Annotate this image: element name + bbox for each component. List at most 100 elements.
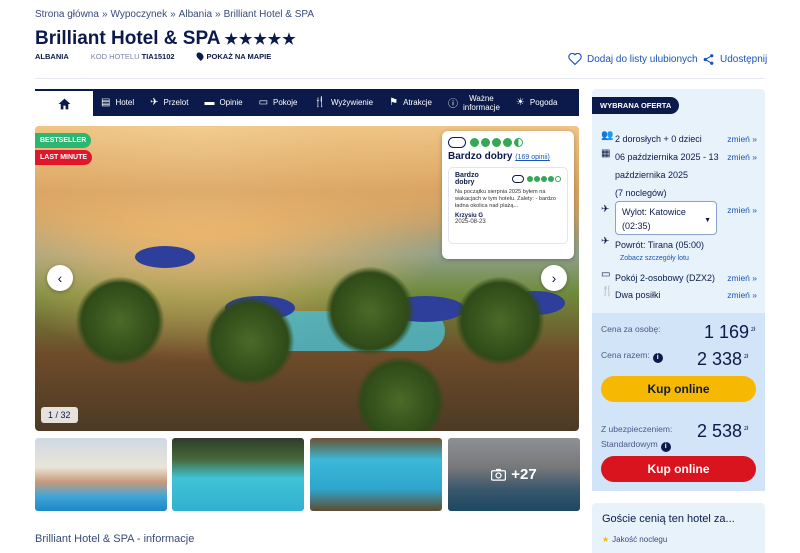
price-per-person-value: 1 169 bbox=[704, 322, 750, 342]
offer-room: ▭ Pokój 2-osobowy (DZX2) zmień » bbox=[601, 269, 757, 287]
gallery-next-button[interactable]: › bbox=[541, 265, 567, 291]
photo-palm bbox=[205, 296, 295, 386]
page-title: Brilliant Hotel & SPA ★★★★★ bbox=[35, 28, 297, 50]
buy-online-button[interactable]: Kup online bbox=[601, 376, 756, 402]
hotel-meta: ALBANIA KOD HOTELU TIA15102 POKAŻ NA MAP… bbox=[35, 51, 272, 61]
info-icon: ⓘ bbox=[447, 99, 458, 110]
chevron-right-icon: › bbox=[551, 270, 557, 286]
offer-dates-line1: 06 października 2025 - 13 bbox=[615, 152, 719, 162]
hotel-code-label: KOD HOTELU bbox=[90, 52, 140, 61]
rating-dot bbox=[514, 138, 523, 147]
gallery-thumbnail-more[interactable]: +27 bbox=[448, 438, 580, 511]
change-departure-link[interactable]: zmień » bbox=[727, 201, 757, 219]
offer-people-text: 2 dorosłych + 0 dzieci bbox=[615, 134, 702, 144]
add-to-favorites-label: Dodaj do listy ulubionych bbox=[587, 53, 698, 65]
tab-board[interactable]: 🍴 Wyżywienie bbox=[305, 89, 381, 116]
photo-counter: 1 / 32 bbox=[41, 407, 78, 423]
total-price-label-row: Cena razem: i bbox=[601, 350, 663, 363]
review-item-title-line1: Bardzo bbox=[455, 172, 479, 179]
departure-select[interactable]: Wylot: Katowice (02:35) ▼ bbox=[615, 201, 717, 235]
hotel-code-value: TIA15102 bbox=[141, 52, 175, 61]
tab-weather[interactable]: ☀ Pogoda bbox=[508, 89, 566, 116]
change-people-link[interactable]: zmień » bbox=[727, 130, 757, 148]
tripadvisor-rating bbox=[448, 137, 568, 148]
insurance-label: Z ubezpieczeniem: Standardowym i bbox=[601, 422, 672, 452]
offer-nights: (7 noclegów) bbox=[615, 188, 667, 198]
tab-home[interactable] bbox=[35, 89, 93, 116]
heart-icon bbox=[568, 53, 582, 65]
info-icon[interactable]: i bbox=[660, 442, 671, 452]
tab-flight[interactable]: ✈ Przelot bbox=[142, 89, 196, 116]
show-on-map-label: POKAŻ NA MAPIE bbox=[206, 52, 272, 61]
tab-attractions[interactable]: ⚑ Atrakcje bbox=[381, 89, 440, 116]
chevron-down-icon: ▼ bbox=[704, 217, 711, 224]
hotel-icon: ▤ bbox=[101, 97, 111, 108]
gallery-thumbnail[interactable] bbox=[310, 438, 442, 511]
hotel-country: ALBANIA bbox=[35, 52, 69, 61]
more-photos-count: +27 bbox=[511, 466, 537, 483]
breadcrumb-leisure[interactable]: Wypoczynek bbox=[111, 9, 168, 20]
review-card[interactable]: Bardzo dobry (169 opinii) Bardzo dobry Na… bbox=[442, 131, 574, 259]
breadcrumb-home[interactable]: Strona główna bbox=[35, 9, 99, 20]
tab-important-info-label: Ważne informacje bbox=[463, 94, 500, 112]
insurance-label-line1: Z ubezpieczeniem: bbox=[601, 424, 673, 434]
offer-panel-header: WYBRANA OFERTA bbox=[592, 97, 680, 114]
offer-dates-text: 06 października 2025 - 13 października 20… bbox=[615, 148, 727, 202]
buy-online-insured-button[interactable]: Kup online bbox=[601, 456, 756, 482]
review-summary: Bardzo dobry (169 opinii) bbox=[448, 151, 568, 162]
rating-dot bbox=[534, 176, 540, 182]
info-icon[interactable]: i bbox=[652, 353, 663, 363]
departure-icon: ✈ bbox=[601, 204, 610, 215]
hotel-code: KOD HOTELU TIA15102 bbox=[91, 52, 175, 61]
tab-important-info[interactable]: ⓘ Ważne informacje bbox=[440, 89, 508, 116]
rating-dot bbox=[548, 176, 554, 182]
change-dates-link[interactable]: zmień » bbox=[727, 148, 757, 166]
total-price-label: Cena razem: bbox=[601, 350, 650, 360]
offer-dates-line2: października 2025 bbox=[615, 170, 689, 180]
tab-hotel-label: Hotel bbox=[115, 98, 135, 107]
review-item: Bardzo dobry Na początku sierpnia 2025 by… bbox=[448, 167, 568, 244]
gallery-thumbnail[interactable] bbox=[35, 438, 167, 511]
tab-reviews[interactable]: ▬ Opinie bbox=[196, 89, 250, 116]
change-room-link[interactable]: zmień » bbox=[727, 269, 757, 287]
photo-palm bbox=[75, 276, 165, 366]
offer-return: ✈ Powrót: Tirana (05:00) bbox=[601, 236, 757, 254]
currency: zł bbox=[744, 426, 749, 432]
review-item-title-line2: dobry bbox=[455, 179, 475, 186]
camera-icon bbox=[491, 468, 507, 481]
hotel-tabs: ▤ Hotel ✈ Przelot ▬ Opinie ▭ Pokoje 🍴 Wyżywie… bbox=[35, 89, 579, 116]
tab-rooms[interactable]: ▭ Pokoje bbox=[251, 89, 306, 116]
gallery-prev-button[interactable]: ‹ bbox=[47, 265, 73, 291]
offer-board: 🍴 Dwa posiłki zmień » bbox=[601, 286, 757, 304]
review-count-link[interactable]: (169 opinii) bbox=[515, 154, 550, 161]
breadcrumb-separator: » bbox=[215, 9, 221, 20]
insurance-price-value: 2 538 bbox=[697, 421, 743, 441]
guest-highlight-label: Jakość noclegu bbox=[612, 535, 668, 544]
breadcrumb-separator: » bbox=[170, 9, 176, 20]
show-on-map-link[interactable]: POKAŻ NA MAPIE bbox=[194, 51, 272, 61]
header-divider bbox=[35, 78, 765, 79]
insurance-price: 2 538 zł bbox=[697, 421, 748, 442]
price-per-person-label: Cena za osobę: bbox=[601, 324, 661, 334]
offer-dates: ▦ 06 października 2025 - 13 października … bbox=[601, 148, 757, 202]
star-icon: ★ bbox=[602, 535, 610, 544]
info-heading: Brilliant Hotel & SPA - informacje bbox=[35, 533, 195, 545]
breadcrumb-albania[interactable]: Albania bbox=[179, 9, 212, 20]
tab-weather-label: Pogoda bbox=[529, 98, 558, 107]
people-icon: 👥 bbox=[601, 130, 614, 141]
add-to-favorites-button[interactable]: Dodaj do listy ulubionych bbox=[568, 53, 698, 65]
review-item-rating bbox=[512, 172, 561, 186]
rating-dot bbox=[555, 176, 561, 182]
chevron-left-icon: ‹ bbox=[57, 270, 63, 286]
share-button[interactable]: Udostępnij bbox=[702, 53, 767, 66]
flight-details-link[interactable]: Zobacz szczegóły lotu bbox=[620, 255, 689, 262]
change-board-link[interactable]: zmień » bbox=[727, 286, 757, 304]
bestseller-badge: BESTSELLER bbox=[35, 133, 92, 148]
tab-board-label: Wyżywienie bbox=[330, 98, 374, 107]
share-icon bbox=[703, 54, 714, 65]
breadcrumb: Strona główna» Wypoczynek» Albania» Brillia… bbox=[35, 9, 314, 20]
offer-people: 👥 2 dorosłych + 0 dzieci zmień » bbox=[601, 130, 757, 148]
gallery-thumbnail[interactable] bbox=[172, 438, 304, 511]
tab-hotel[interactable]: ▤ Hotel bbox=[93, 89, 142, 116]
rating-dot bbox=[541, 176, 547, 182]
